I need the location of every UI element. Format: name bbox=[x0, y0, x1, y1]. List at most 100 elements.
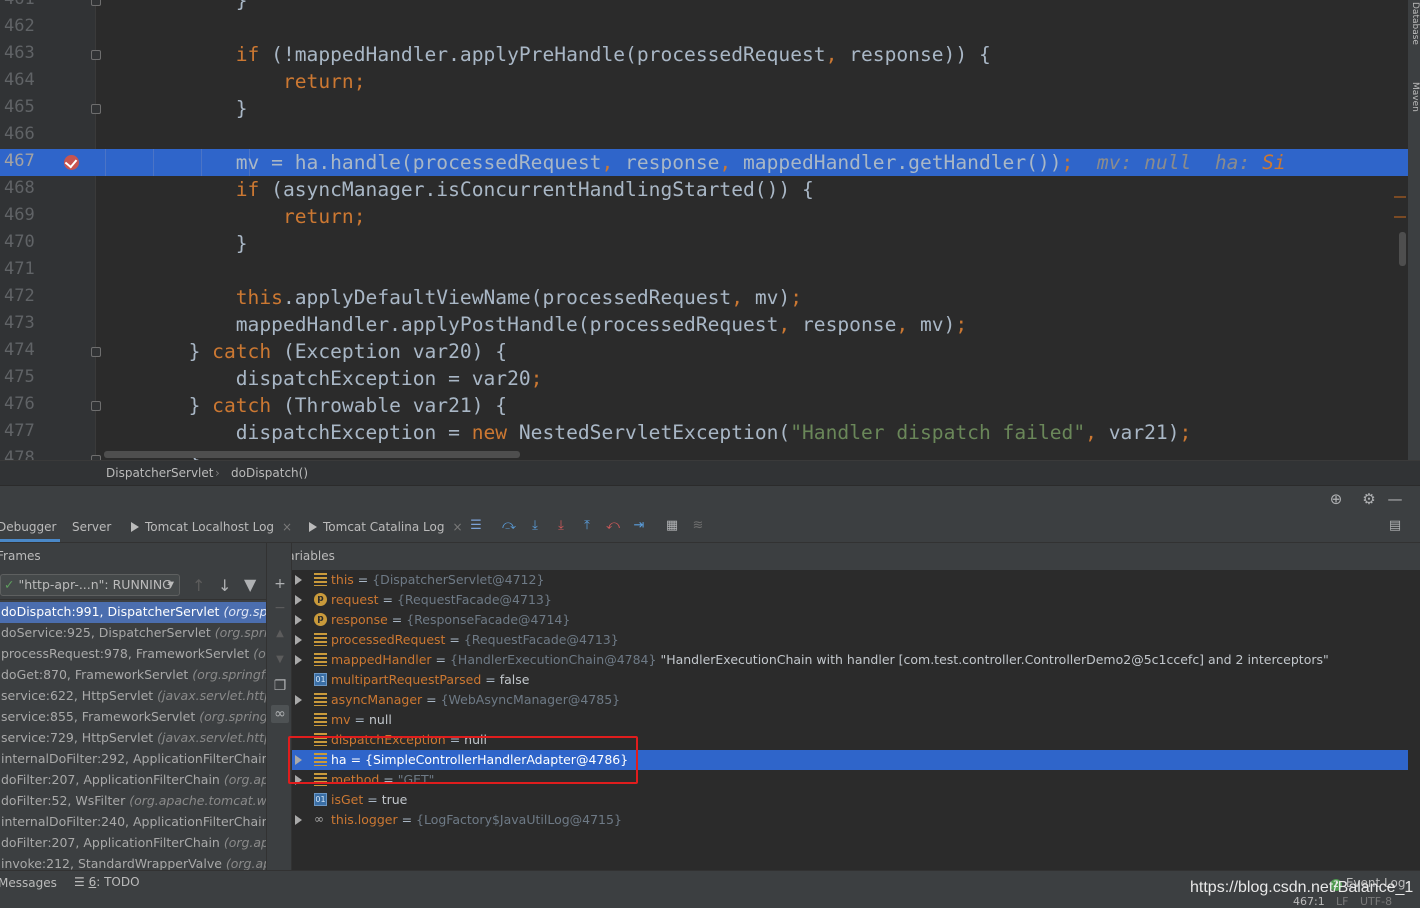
breakpoint-icon[interactable] bbox=[64, 155, 79, 170]
code-text[interactable]: } catch (Throwable var21) { bbox=[106, 393, 508, 419]
frame-item[interactable]: service:622, HttpServlet (javax.servlet.… bbox=[0, 686, 266, 707]
minus-icon[interactable]: − bbox=[271, 599, 289, 617]
variable-row[interactable]: processedRequest = {RequestFacade@4713} bbox=[292, 630, 1408, 650]
minimize-icon[interactable]: — bbox=[1386, 490, 1404, 508]
variable-row[interactable]: 01 multipartRequestParsed = false bbox=[292, 670, 1408, 690]
expand-arrow-icon[interactable] bbox=[295, 595, 302, 605]
line-number[interactable]: 462 bbox=[4, 16, 35, 36]
code-text[interactable]: this.applyDefaultViewName(processedReque… bbox=[106, 285, 802, 311]
breadcrumb-method[interactable]: doDispatch() bbox=[231, 466, 308, 480]
code-text[interactable]: if (asyncManager.isConcurrentHandlingSta… bbox=[106, 177, 814, 203]
line-number[interactable]: 475 bbox=[4, 367, 35, 387]
gear-icon[interactable]: ⚙ bbox=[1360, 490, 1378, 508]
frame-item[interactable]: invoke:212, StandardWrapperValve (org.ap… bbox=[0, 854, 266, 870]
move-up-icon[interactable]: ▲ bbox=[271, 625, 289, 643]
line-number[interactable]: 474 bbox=[4, 340, 35, 360]
run-to-cursor-icon[interactable]: ⇥ bbox=[630, 517, 648, 535]
frame-item[interactable]: doGet:870, FrameworkServlet (org.springf… bbox=[0, 665, 266, 686]
line-number[interactable]: 470 bbox=[4, 232, 35, 252]
show-execution-point-icon[interactable]: ☰ bbox=[467, 517, 485, 535]
expand-arrow-icon[interactable] bbox=[295, 615, 302, 625]
drop-frame-icon[interactable]: ⤺ bbox=[604, 517, 622, 535]
tab-tomcat-catalina-log[interactable]: Tomcat Catalina Log × bbox=[309, 520, 463, 534]
code-line[interactable]: 468 if (asyncManager.isConcurrentHandlin… bbox=[0, 176, 1408, 203]
breadcrumb-class[interactable]: DispatcherServlet bbox=[106, 466, 213, 480]
frame-item[interactable]: internalDoFilter:240, ApplicationFilterC… bbox=[0, 812, 266, 833]
code-text[interactable]: } bbox=[106, 96, 248, 122]
horizontal-scrollbar[interactable] bbox=[104, 451, 520, 458]
code-line[interactable]: 463 if (!mappedHandler.applyPreHandle(pr… bbox=[0, 41, 1408, 68]
error-stripe-mark[interactable] bbox=[1394, 196, 1406, 198]
variable-row[interactable]: this = {DispatcherServlet@4712} bbox=[292, 570, 1408, 590]
step-over-icon[interactable]: ⤼ bbox=[500, 517, 518, 535]
vertical-scrollbar[interactable] bbox=[1399, 232, 1406, 266]
line-number[interactable]: 478 bbox=[4, 448, 35, 460]
tab-debugger[interactable]: Debugger bbox=[0, 520, 56, 534]
code-line[interactable]: 461 } bbox=[0, 0, 1408, 14]
crosshair-icon[interactable]: ⊕ bbox=[1327, 490, 1345, 508]
code-editor[interactable]: 461 } 462 463 if (!mappedHandler.applyPreH… bbox=[0, 0, 1420, 460]
arrow-down-icon[interactable]: ↓ bbox=[218, 576, 231, 595]
variable-row[interactable]: ∞ this.logger = {LogFactory$JavaUtilLog@4… bbox=[292, 810, 1408, 830]
code-line[interactable]: 474 } catch (Exception var20) { bbox=[0, 338, 1408, 365]
code-line[interactable]: 469 return; bbox=[0, 203, 1408, 230]
evaluate-expression-icon[interactable]: ▦ bbox=[663, 517, 681, 535]
expand-arrow-icon[interactable] bbox=[295, 655, 302, 665]
move-down-icon[interactable]: ▼ bbox=[271, 651, 289, 669]
line-number[interactable]: 472 bbox=[4, 286, 35, 306]
trace-icon[interactable]: ≋ bbox=[689, 517, 707, 535]
line-number[interactable]: 477 bbox=[4, 421, 35, 441]
line-number[interactable]: 468 bbox=[4, 178, 35, 198]
error-stripe-mark[interactable] bbox=[1394, 216, 1406, 218]
line-number[interactable]: 473 bbox=[4, 313, 35, 333]
variable-row[interactable]: mappedHandler = {HandlerExecutionChain@4… bbox=[292, 650, 1408, 670]
watches-icon[interactable]: ∞ bbox=[271, 705, 289, 723]
code-line[interactable]: 464 return; bbox=[0, 68, 1408, 95]
code-line[interactable]: 470 } bbox=[0, 230, 1408, 257]
code-line[interactable]: 467 mv = ha.handle(processedRequest, res… bbox=[0, 149, 1408, 176]
code-text[interactable]: dispatchException = new NestedServletExc… bbox=[106, 420, 1192, 446]
layout-icon[interactable]: ▤ bbox=[1386, 517, 1404, 535]
fold-marker-icon[interactable] bbox=[91, 347, 101, 357]
variable-row[interactable]: asyncManager = {WebAsyncManager@4785} bbox=[292, 690, 1408, 710]
line-number[interactable]: 463 bbox=[4, 43, 35, 63]
close-icon[interactable]: × bbox=[282, 520, 292, 534]
frame-item[interactable]: doService:925, DispatcherServlet (org.sp… bbox=[0, 623, 266, 644]
line-number[interactable]: 467 bbox=[4, 151, 35, 171]
todo-tool-tab[interactable]: ☰ 6: TODO bbox=[74, 875, 140, 889]
variable-row[interactable]: p request = {RequestFacade@4713} bbox=[292, 590, 1408, 610]
code-line[interactable]: 472 this.applyDefaultViewName(processedR… bbox=[0, 284, 1408, 311]
code-text[interactable]: dispatchException = var20; bbox=[106, 366, 543, 392]
step-into-icon[interactable]: ⤓ bbox=[526, 517, 544, 535]
database-tool-tab[interactable]: Database bbox=[1408, 2, 1420, 45]
code-text[interactable]: return; bbox=[106, 204, 366, 230]
variable-row[interactable]: 01 isGet = true bbox=[292, 790, 1408, 810]
plus-icon[interactable]: + bbox=[271, 575, 289, 593]
thread-select[interactable]: ✓ "http-apr-...n": RUNNING ▾ bbox=[0, 574, 180, 596]
fold-marker-icon[interactable] bbox=[91, 50, 101, 60]
code-line[interactable]: 466 bbox=[0, 122, 1408, 149]
frame-item[interactable]: doFilter:52, WsFilter (org.apache.tomcat… bbox=[0, 791, 266, 812]
fold-marker-icon[interactable] bbox=[91, 0, 101, 6]
code-text[interactable]: return; bbox=[106, 69, 366, 95]
frame-item[interactable]: doFilter:207, ApplicationFilterChain (or… bbox=[0, 770, 266, 791]
variable-row[interactable]: mv = null bbox=[292, 710, 1408, 730]
variable-row[interactable]: p response = {ResponseFacade@4714} bbox=[292, 610, 1408, 630]
code-text[interactable]: mv = ha.handle(processedRequest, respons… bbox=[106, 150, 1286, 176]
frame-item[interactable]: doDispatch:991, DispatcherServlet (org.s… bbox=[0, 602, 266, 623]
messages-tool-tab[interactable]: Messages bbox=[0, 876, 57, 890]
frame-item[interactable]: processRequest:978, FrameworkServlet (or… bbox=[0, 644, 266, 665]
filter-icon[interactable]: ▼ bbox=[244, 575, 256, 594]
expand-arrow-icon[interactable] bbox=[295, 695, 302, 705]
code-line[interactable]: 465 } bbox=[0, 95, 1408, 122]
line-number[interactable]: 469 bbox=[4, 205, 35, 225]
fold-marker-icon[interactable] bbox=[91, 104, 101, 114]
code-line[interactable]: 473 mappedHandler.applyPostHandle(proces… bbox=[0, 311, 1408, 338]
frame-item[interactable]: service:729, HttpServlet (javax.servlet.… bbox=[0, 728, 266, 749]
line-number[interactable]: 464 bbox=[4, 70, 35, 90]
step-out-icon[interactable]: ⤒ bbox=[578, 517, 596, 535]
maven-tool-tab[interactable]: Maven bbox=[1408, 82, 1420, 112]
code-text[interactable]: } bbox=[106, 231, 248, 257]
tab-server[interactable]: Server bbox=[72, 520, 111, 534]
code-line[interactable]: 462 bbox=[0, 14, 1408, 41]
